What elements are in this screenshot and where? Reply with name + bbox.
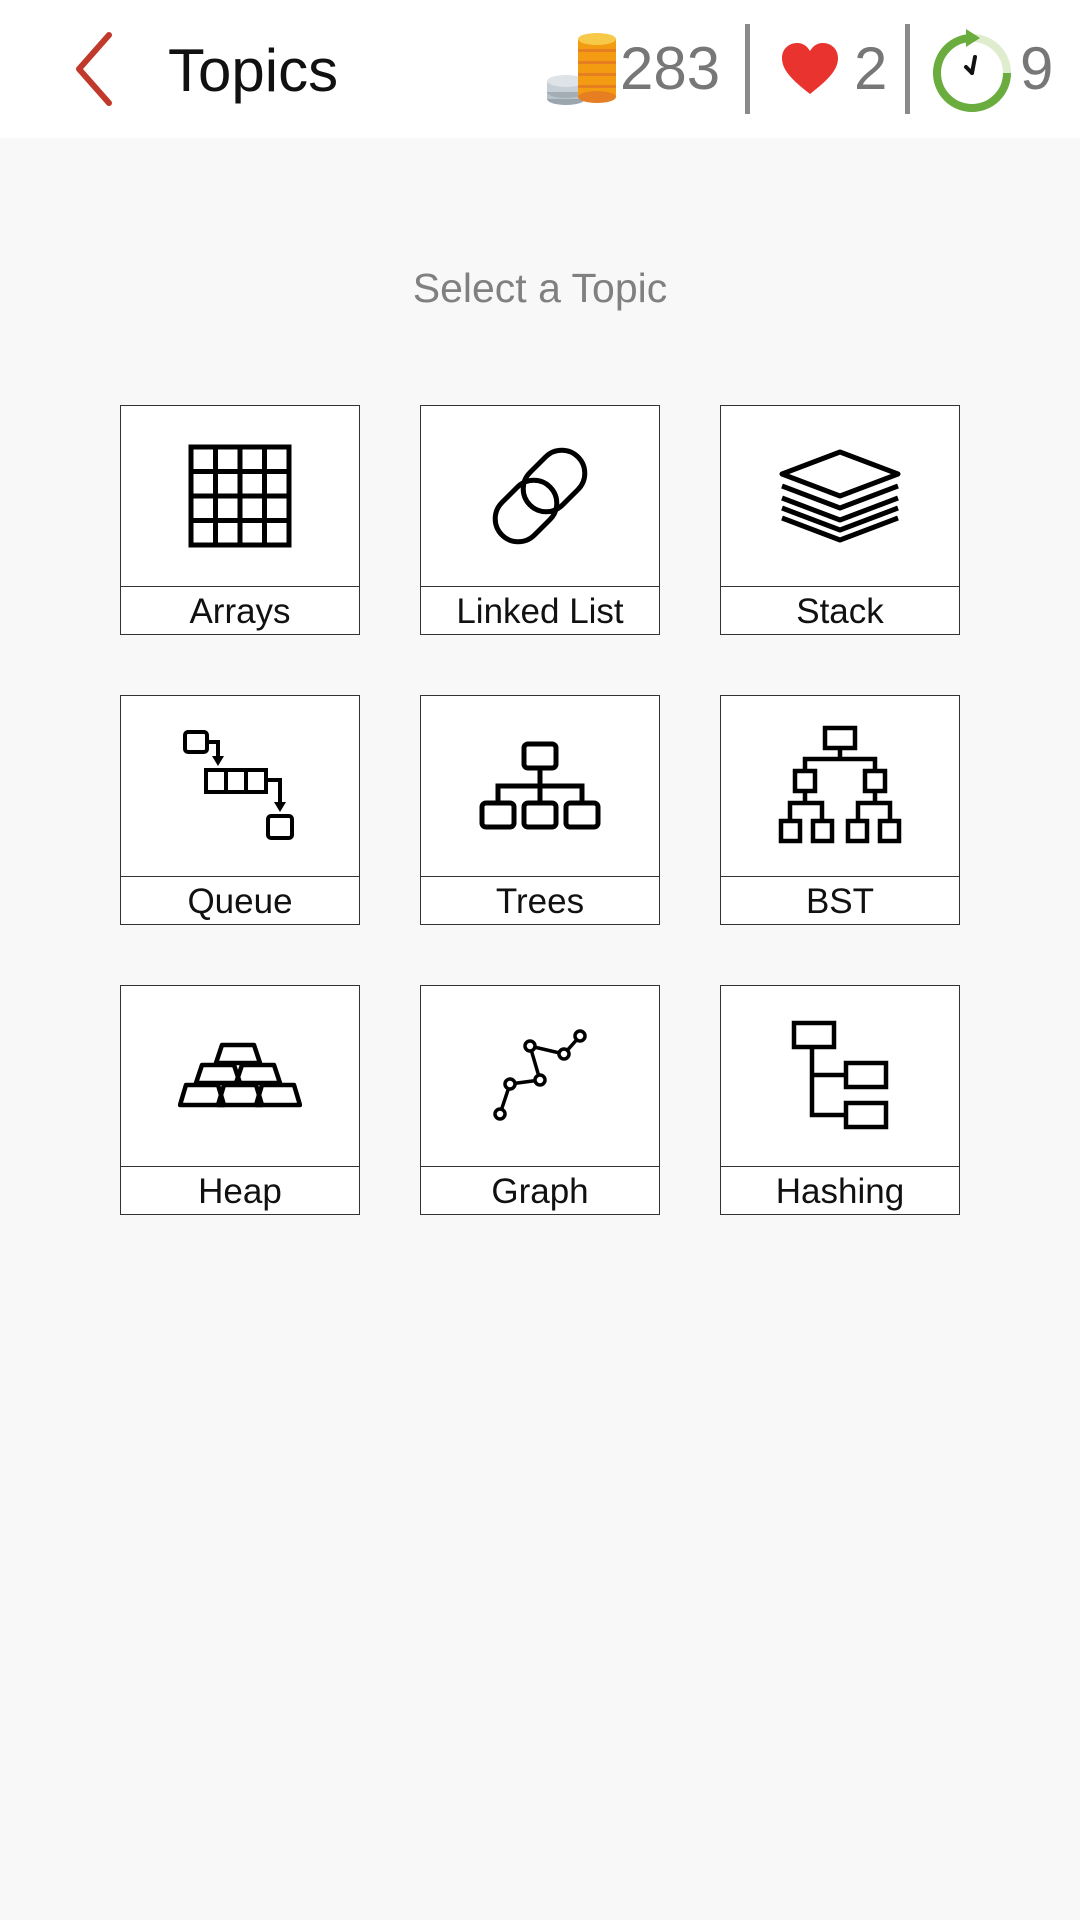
timer-clock-icon — [933, 29, 1011, 112]
stat-divider — [745, 24, 750, 114]
topic-label: BST — [721, 876, 959, 925]
timer-value: 9 — [1020, 35, 1054, 102]
lives-counter: 2 — [780, 22, 887, 116]
topic-card-graph[interactable]: Graph — [420, 985, 660, 1215]
coins-counter: 283 — [546, 22, 720, 116]
topic-label: Trees — [421, 876, 659, 925]
topic-card-bst[interactable]: BST — [720, 695, 960, 925]
back-button[interactable] — [60, 22, 132, 116]
coin-stack-icon — [547, 33, 616, 105]
topic-card-heap[interactable]: Heap — [120, 985, 360, 1215]
timer-counter: 9 — [932, 22, 1053, 116]
layers-icon — [779, 449, 901, 543]
topic-label: Arrays — [121, 586, 359, 635]
stat-divider — [905, 24, 910, 114]
coins-value: 283 — [620, 35, 721, 102]
queue-flow-icon — [183, 730, 294, 840]
hierarchy-icon — [479, 741, 601, 830]
section-heading: Select a Topic — [412, 265, 668, 311]
topic-label: Queue — [121, 876, 359, 925]
index-tree-icon — [791, 1020, 889, 1130]
top-bar: Topics 283 2 9 — [0, 0, 1080, 138]
topic-card-linked-list[interactable]: Linked List — [420, 405, 660, 635]
topic-label: Hashing — [721, 1166, 959, 1215]
topic-card-arrays[interactable]: Arrays — [120, 405, 360, 635]
chain-link-icon — [492, 447, 588, 545]
binary-tree-icon — [778, 725, 902, 844]
heart-icon — [782, 43, 838, 94]
topic-card-queue[interactable]: Queue — [120, 695, 360, 925]
topic-label: Linked List — [421, 586, 659, 635]
gold-bars-icon — [178, 1042, 302, 1108]
topic-card-hashing[interactable]: Hashing — [720, 985, 960, 1215]
topic-label: Heap — [121, 1166, 359, 1215]
chevron-left-icon — [76, 32, 112, 106]
topic-card-trees[interactable]: Trees — [420, 695, 660, 925]
line-graph-icon — [493, 1029, 587, 1121]
grid-icon — [188, 444, 292, 548]
topic-label: Graph — [421, 1166, 659, 1215]
lives-value: 2 — [854, 35, 888, 102]
page-title: Topics — [168, 37, 339, 104]
topic-card-stack[interactable]: Stack — [720, 405, 960, 635]
topic-label: Stack — [721, 586, 959, 635]
